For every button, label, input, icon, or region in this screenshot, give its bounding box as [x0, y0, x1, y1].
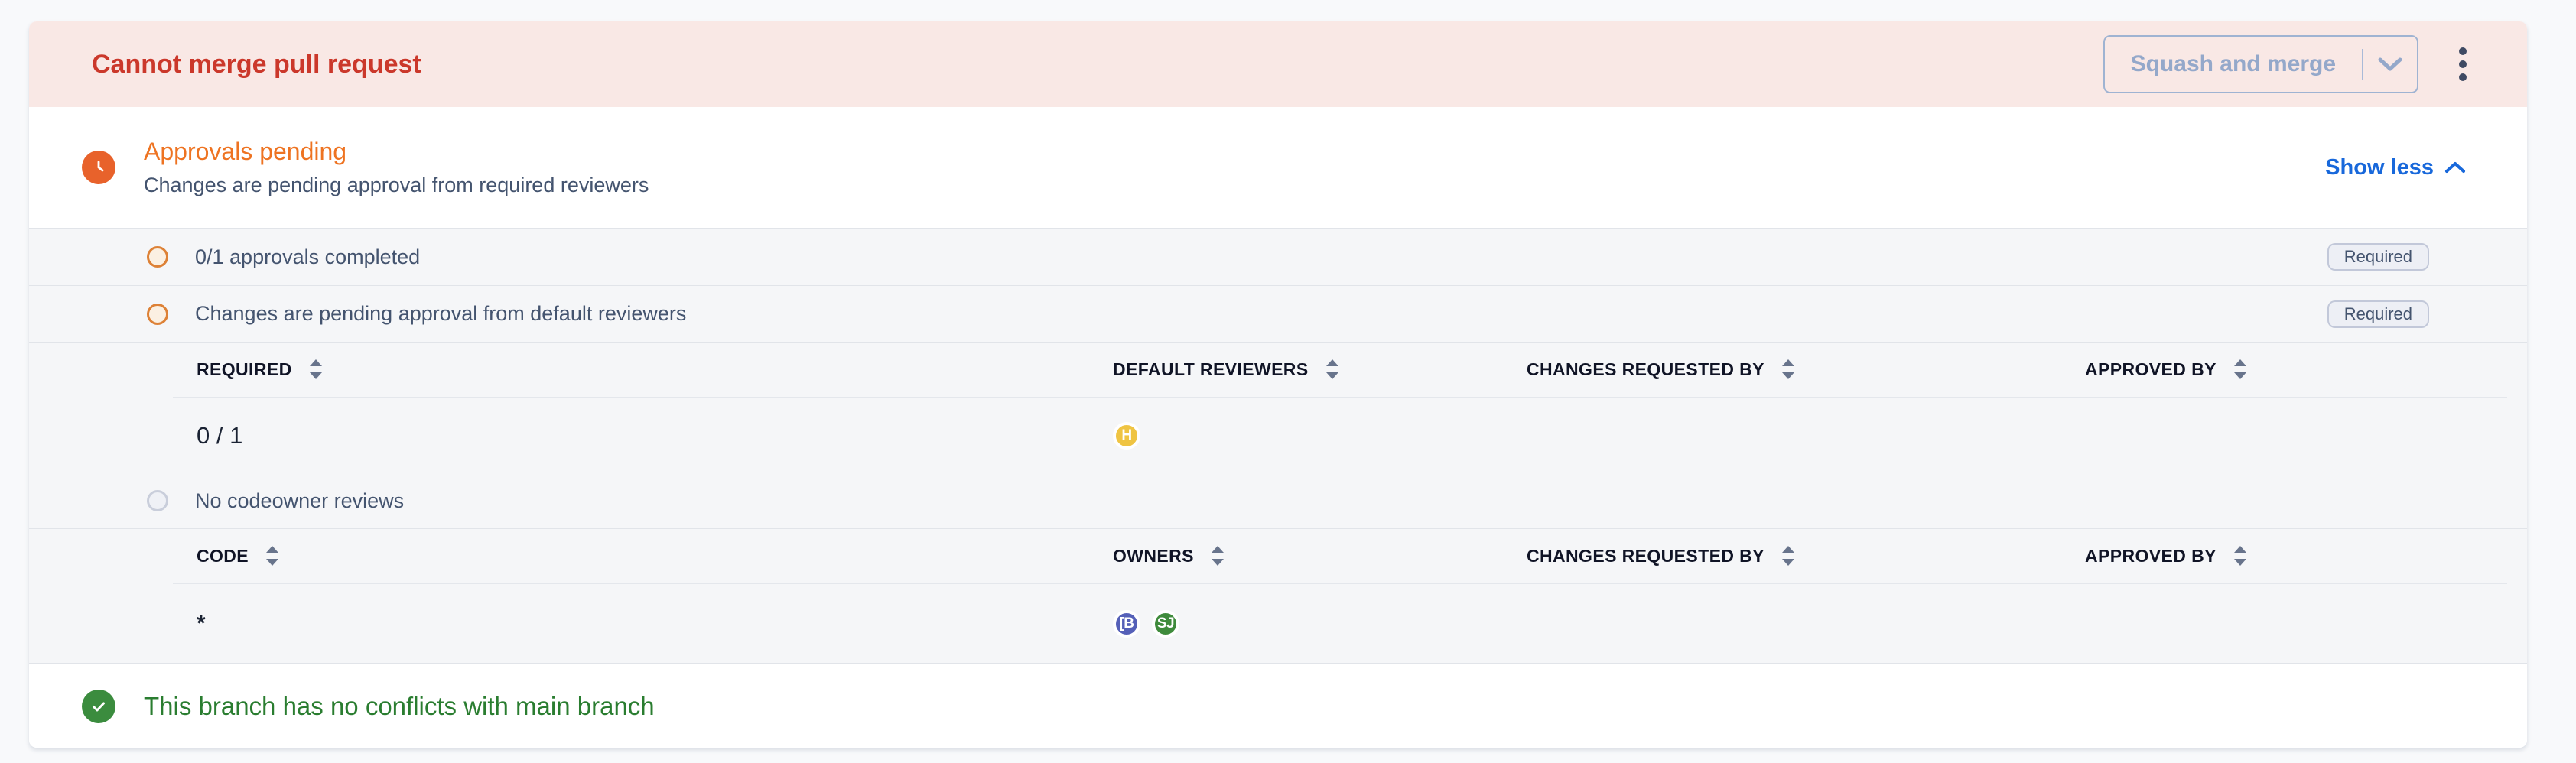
- sort-arrows-icon[interactable]: [309, 359, 323, 381]
- pending-circle-icon: [147, 304, 168, 325]
- merge-checks-details: 0/1 approvals completed Required Changes…: [29, 228, 2527, 664]
- column-header-changes-requested-by[interactable]: CHANGES REQUESTED BY: [1527, 359, 2085, 381]
- cannot-merge-banner: Cannot merge pull request Squash and mer…: [29, 21, 2527, 107]
- sort-arrows-icon[interactable]: [1781, 359, 1795, 381]
- sort-arrows-icon[interactable]: [2233, 545, 2247, 567]
- success-status-icon: [82, 690, 115, 723]
- approvals-pending-subtitle: Changes are pending approval from requir…: [144, 174, 649, 197]
- approvals-pending-section-header: Approvals pending Changes are pending ap…: [29, 107, 2527, 228]
- required-badge: Required: [2327, 243, 2429, 271]
- column-header-label[interactable]: OWNERS: [1113, 546, 1194, 567]
- merge-strategy-dropdown[interactable]: [2363, 37, 2417, 92]
- squash-and-merge-label[interactable]: Squash and merge: [2105, 37, 2362, 92]
- pending-circle-icon: [147, 246, 168, 268]
- sort-arrows-icon[interactable]: [1211, 545, 1225, 567]
- column-header-label[interactable]: CHANGES REQUESTED BY: [1527, 359, 1764, 380]
- required-count-cell: 0 / 1: [197, 422, 1113, 450]
- column-header-label[interactable]: REQUIRED: [197, 359, 292, 380]
- checkmark-icon: [89, 697, 108, 716]
- default-reviewers-table: REQUIRED DEFAULT REVIEWERS CHANGES REQUE…: [173, 343, 2507, 473]
- avatar-group: H: [1113, 422, 1527, 450]
- sort-arrows-icon[interactable]: [2233, 359, 2247, 381]
- table-header-row: CODE OWNERS CHANGES REQUESTED BY: [173, 529, 2507, 584]
- owners-cell: [B SJ: [1113, 610, 1527, 638]
- merge-checks-panel: Cannot merge pull request Squash and mer…: [29, 21, 2527, 748]
- show-less-label[interactable]: Show less: [2325, 155, 2434, 180]
- no-conflicts-status: This branch has no conflicts with main b…: [29, 664, 2527, 748]
- chevron-down-icon: [2377, 56, 2403, 73]
- squash-and-merge-button[interactable]: Squash and merge: [2103, 35, 2418, 93]
- column-header-approved-by[interactable]: APPROVED BY: [2085, 359, 2507, 381]
- check-label: 0/1 approvals completed: [195, 245, 420, 269]
- approvals-pending-title: Approvals pending: [144, 138, 649, 166]
- column-header-label[interactable]: APPROVED BY: [2085, 359, 2217, 380]
- column-header-default-reviewers[interactable]: DEFAULT REVIEWERS: [1113, 359, 1527, 381]
- required-badge: Required: [2327, 300, 2429, 328]
- show-less-toggle[interactable]: Show less: [2325, 155, 2466, 180]
- pending-status-icon: [82, 151, 115, 184]
- table-header-row: REQUIRED DEFAULT REVIEWERS CHANGES REQUE…: [173, 343, 2507, 398]
- avatar[interactable]: [B: [1113, 610, 1140, 638]
- check-row-default-reviewers: Changes are pending approval from defaul…: [29, 285, 2527, 342]
- column-header-code[interactable]: CODE: [197, 545, 1113, 567]
- neutral-circle-icon: [147, 490, 168, 511]
- code-pattern-cell: *: [197, 611, 1113, 637]
- check-row-codeowner-reviews: No codeowner reviews: [29, 473, 2527, 528]
- approvals-titles: Approvals pending Changes are pending ap…: [144, 138, 649, 197]
- check-row-approvals-count: 0/1 approvals completed Required: [29, 229, 2527, 285]
- codeowners-table: CODE OWNERS CHANGES REQUESTED BY: [173, 529, 2507, 663]
- default-reviewers-cell: H: [1113, 422, 1527, 450]
- avatar[interactable]: SJ: [1152, 610, 1179, 638]
- chevron-up-icon: [2444, 161, 2466, 174]
- check-label: No codeowner reviews: [195, 489, 404, 513]
- column-header-label[interactable]: CODE: [197, 546, 249, 567]
- sort-arrows-icon[interactable]: [265, 545, 279, 567]
- column-header-required[interactable]: REQUIRED: [197, 359, 1113, 381]
- column-header-label[interactable]: APPROVED BY: [2085, 546, 2217, 567]
- table-row: * [B SJ: [173, 584, 2507, 663]
- table-row: 0 / 1 H: [173, 398, 2507, 473]
- overflow-menu-button[interactable]: [2448, 35, 2478, 93]
- clock-icon: [89, 157, 109, 177]
- column-header-owners[interactable]: OWNERS: [1113, 545, 1527, 567]
- avatar[interactable]: H: [1113, 422, 1140, 450]
- column-header-label[interactable]: DEFAULT REVIEWERS: [1113, 359, 1309, 380]
- column-header-changes-requested-by[interactable]: CHANGES REQUESTED BY: [1527, 545, 2085, 567]
- kebab-menu-icon: [2458, 47, 2467, 82]
- sort-arrows-icon[interactable]: [1781, 545, 1795, 567]
- avatar-group: [B SJ: [1113, 610, 1527, 638]
- column-header-approved-by[interactable]: APPROVED BY: [2085, 545, 2507, 567]
- check-label: Changes are pending approval from defaul…: [195, 302, 686, 326]
- column-header-label[interactable]: CHANGES REQUESTED BY: [1527, 546, 1764, 567]
- no-conflicts-label: This branch has no conflicts with main b…: [144, 692, 655, 721]
- banner-title: Cannot merge pull request: [92, 50, 421, 80]
- sort-arrows-icon[interactable]: [1325, 359, 1339, 381]
